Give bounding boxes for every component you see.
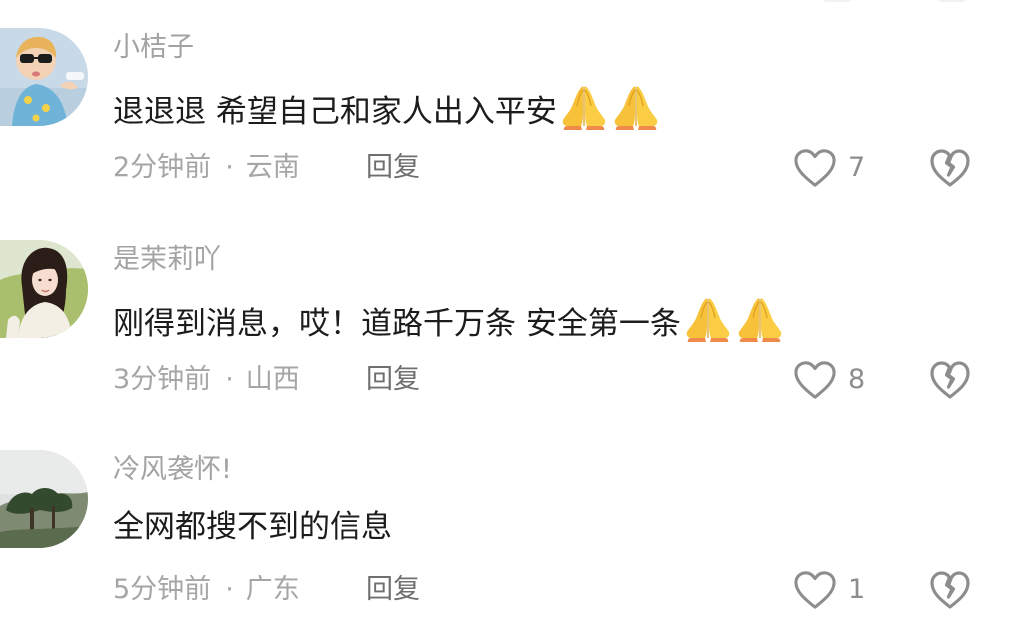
dislike-button[interactable] (928, 568, 972, 612)
like-count: 1 (848, 574, 866, 605)
comment-item: 冷风袭怀! 全网都搜不到的信息 5分钟前 · 广东 回复 1 (0, 422, 1015, 622)
comment-username[interactable]: 小桔子 (113, 30, 194, 66)
broken-heart-icon (928, 568, 972, 612)
like-button[interactable]: 1 (792, 568, 865, 612)
avatar[interactable] (0, 450, 88, 548)
like-count: 7 (848, 152, 866, 183)
comment-text-body: 退退退 希望自己和家人出入平安 (113, 94, 557, 130)
meta-separator: · (225, 574, 234, 605)
like-button[interactable]: 8 (792, 358, 865, 402)
comment-text: 全网都搜不到的信息 (113, 504, 392, 550)
folded-hands-emoji-icon (611, 82, 661, 132)
meta-separator: · (225, 364, 234, 395)
dislike-button[interactable] (928, 358, 972, 402)
comment-time: 2分钟前 (113, 152, 212, 183)
comment-time: 5分钟前 (113, 574, 212, 605)
comment-text: 刚得到消息，哎！道路千万条 安全第一条 (113, 294, 785, 347)
broken-heart-icon (928, 146, 972, 190)
meta-separator: · (225, 152, 234, 183)
folded-hands-emoji-icon (735, 294, 785, 344)
avatar[interactable] (0, 28, 88, 126)
like-count: 8 (848, 364, 866, 395)
comment-meta: 3分钟前 · 山西 回复 (113, 360, 420, 400)
comment-item: 是茉莉吖 刚得到消息，哎！道路千万条 安全第一条 3分钟前 · 山西 回复 8 (0, 212, 1015, 412)
folded-hands-emoji-icon (559, 82, 609, 132)
broken-heart-icon (928, 358, 972, 402)
like-button[interactable]: 7 (792, 146, 865, 190)
comment-text-body: 刚得到消息，哎！道路千万条 安全第一条 (113, 306, 681, 342)
comment-item: 小桔子 退退退 希望自己和家人出入平安 2分钟前 · 云南 回复 7 (0, 0, 1015, 200)
comment-time: 3分钟前 (113, 364, 212, 395)
comment-username[interactable]: 是茉莉吖 (113, 242, 221, 278)
reply-button[interactable]: 回复 (366, 570, 420, 610)
comment-location: 广东 (245, 574, 300, 605)
comment-text: 退退退 希望自己和家人出入平安 (113, 82, 661, 135)
comment-location: 山西 (245, 364, 300, 395)
avatar[interactable] (0, 240, 88, 338)
folded-hands-emoji-icon (683, 294, 733, 344)
dislike-button[interactable] (928, 146, 972, 190)
reply-button[interactable]: 回复 (366, 148, 420, 188)
comment-meta: 2分钟前 · 云南 回复 (113, 148, 420, 188)
heart-outline-icon (792, 359, 838, 401)
reply-button[interactable]: 回复 (366, 360, 420, 400)
comment-meta: 5分钟前 · 广东 回复 (113, 570, 420, 610)
heart-outline-icon (792, 147, 838, 189)
comment-location: 云南 (245, 152, 300, 183)
comment-username[interactable]: 冷风袭怀! (113, 452, 232, 488)
heart-outline-icon (792, 569, 838, 611)
comment-text-body: 全网都搜不到的信息 (113, 509, 392, 545)
